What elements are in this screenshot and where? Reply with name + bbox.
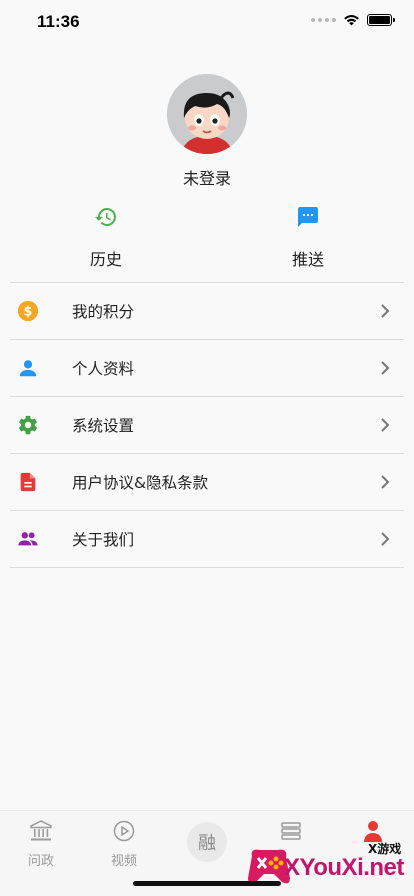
login-status[interactable]: 未登录	[0, 165, 414, 189]
center-badge-label: 融	[198, 833, 216, 854]
status-bar: 11:36	[0, 0, 414, 44]
document-icon	[20, 472, 36, 492]
tab-wenzheng[interactable]: 问政	[11, 819, 71, 869]
status-time: 11:36	[37, 12, 80, 31]
group-icon	[18, 532, 38, 546]
menu-item-about[interactable]: 关于我们	[10, 511, 404, 568]
menu-item-agreement[interactable]: 用户协议&隐私条款	[10, 454, 404, 511]
play-icon	[113, 820, 135, 842]
chevron-right-icon	[381, 418, 390, 432]
home-indicator[interactable]	[133, 881, 281, 886]
menu-item-label: 系统设置	[72, 417, 135, 435]
menu-item-profile[interactable]: 个人资料	[10, 340, 404, 397]
menu-item-points[interactable]: $ 我的积分	[10, 283, 404, 340]
chevron-right-icon	[381, 304, 390, 318]
coin-icon: $	[17, 300, 39, 322]
government-icon	[30, 820, 52, 841]
tab-label: 视频	[110, 854, 137, 869]
message-icon	[298, 207, 318, 227]
menu-item-label: 用户协议&隐私条款	[72, 474, 209, 492]
push-label: 推送	[291, 250, 324, 269]
tab-label: 问政	[27, 854, 54, 869]
settings-menu: $ 我的积分 个人资料 系统设置 用户协议&隐私条款 关于我们	[10, 282, 404, 568]
chevron-right-icon	[381, 475, 390, 489]
avatar[interactable]	[167, 74, 247, 154]
gear-icon	[19, 415, 37, 435]
tab-center[interactable]: 融	[187, 822, 227, 862]
menu-item-label: 个人资料	[72, 360, 135, 378]
watermark-text: XYouXi.net	[284, 854, 404, 881]
chevron-right-icon	[381, 532, 390, 546]
signal-icon	[311, 18, 336, 22]
history-button[interactable]: 历史	[61, 205, 151, 270]
status-icons	[311, 14, 395, 26]
chevron-right-icon	[381, 361, 390, 375]
menu-item-settings[interactable]: 系统设置	[10, 397, 404, 454]
wifi-icon	[344, 15, 359, 26]
person-icon	[19, 360, 37, 377]
history-icon	[95, 208, 116, 226]
watermark: X游戏 XYouXi.net	[236, 838, 414, 896]
svg-text:$: $	[24, 305, 33, 320]
history-label: 历史	[89, 250, 122, 269]
menu-item-label: 关于我们	[72, 531, 135, 549]
battery-icon	[367, 14, 395, 26]
tab-video[interactable]: 视频	[94, 819, 154, 869]
cartoon-avatar-icon	[167, 74, 247, 154]
menu-item-label: 我的积分	[72, 303, 135, 321]
push-button[interactable]: 推送	[263, 205, 353, 270]
